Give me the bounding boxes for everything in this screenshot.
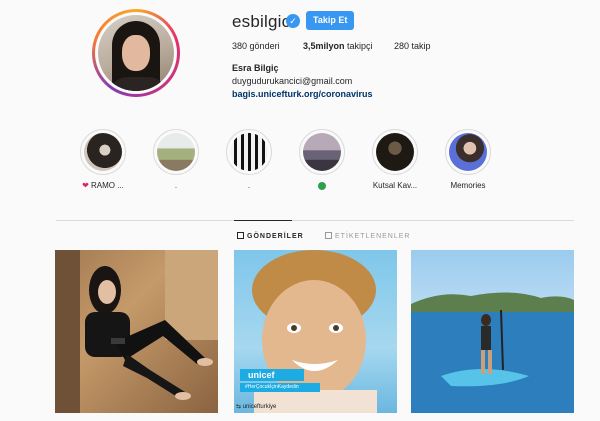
- highlight-ring: [372, 129, 418, 175]
- active-tab-indicator: [234, 220, 292, 221]
- posts-count-stat[interactable]: 380 gönderi: [232, 41, 280, 51]
- profile-email: duygudurukancici@gmail.com: [232, 76, 353, 86]
- tab-tagged[interactable]: ETİKETLENENLER: [325, 232, 410, 240]
- highlight-label: ❤ RAMO ...: [82, 181, 124, 190]
- tag-icon: [325, 232, 332, 239]
- posts-label: gönderi: [249, 41, 280, 51]
- repost-icon: ⇆: [236, 404, 243, 410]
- followers-count: 3,5milyon: [303, 41, 345, 51]
- unicef-logo-icon: unicef: [240, 369, 304, 381]
- highlight-item[interactable]: Memories: [438, 129, 498, 191]
- following-count-stat[interactable]: 280 takip: [394, 41, 431, 51]
- highlight-item[interactable]: ❤ RAMO ...: [73, 129, 133, 191]
- posts-count: 380: [232, 41, 248, 51]
- highlight-label: .: [174, 181, 178, 190]
- green-dot-icon: [318, 181, 326, 190]
- avatar-face: [122, 35, 150, 71]
- follow-button[interactable]: Takip Et: [306, 11, 355, 30]
- heart-icon: ❤: [82, 181, 89, 190]
- tab-posts[interactable]: GÖNDERİLER: [237, 232, 304, 240]
- following-label: takip: [411, 41, 431, 51]
- highlight-thumbnail: [230, 133, 268, 171]
- highlight-thumbnail: [157, 133, 195, 171]
- highlight-thumbnail: [303, 133, 341, 171]
- highlight-ring: [80, 129, 126, 175]
- following-count: 280: [394, 41, 410, 51]
- tabs-divider: [56, 220, 574, 221]
- highlight-thumbnail: [84, 133, 122, 171]
- photo-icon: [411, 292, 574, 413]
- repost-credit: ⇆ unicefturkiye: [236, 404, 277, 410]
- profile-link[interactable]: bagis.unicefturk.org/coronavirus: [232, 89, 373, 99]
- highlight-item[interactable]: .: [146, 129, 206, 191]
- highlight-label: [292, 181, 352, 191]
- avatar: [98, 15, 174, 91]
- highlight-thumbnail: [376, 133, 414, 171]
- highlight-item[interactable]: [292, 129, 352, 191]
- profile-avatar-ring[interactable]: [92, 9, 180, 97]
- highlight-ring: [153, 129, 199, 175]
- photo-icon: [55, 250, 218, 413]
- highlight-ring: [299, 129, 345, 175]
- followers-count-stat[interactable]: 3,5milyon takipçi: [303, 41, 373, 51]
- highlight-thumbnail: [449, 133, 487, 171]
- highlight-label: .: [247, 181, 251, 190]
- verified-badge-icon: ✓: [286, 14, 300, 28]
- highlight-ring: [226, 129, 272, 175]
- avatar-frame: [95, 12, 177, 94]
- highlight-label: Kutsal Kav...: [372, 181, 418, 190]
- highlight-label: Memories: [450, 181, 486, 190]
- highlight-item[interactable]: .: [219, 129, 279, 191]
- followers-label: takipçi: [347, 41, 373, 51]
- grid-icon: [237, 232, 244, 239]
- profile-username: esbilgic: [232, 12, 291, 31]
- post-hashtag: #HerÇocukİçinKaydedin: [240, 383, 320, 392]
- profile-fullname: Esra Bilgiç: [232, 63, 279, 73]
- post-thumbnail[interactable]: [55, 250, 218, 413]
- highlight-item[interactable]: Kutsal Kav...: [365, 129, 425, 191]
- post-thumbnail[interactable]: [411, 250, 574, 413]
- highlight-ring: [445, 129, 491, 175]
